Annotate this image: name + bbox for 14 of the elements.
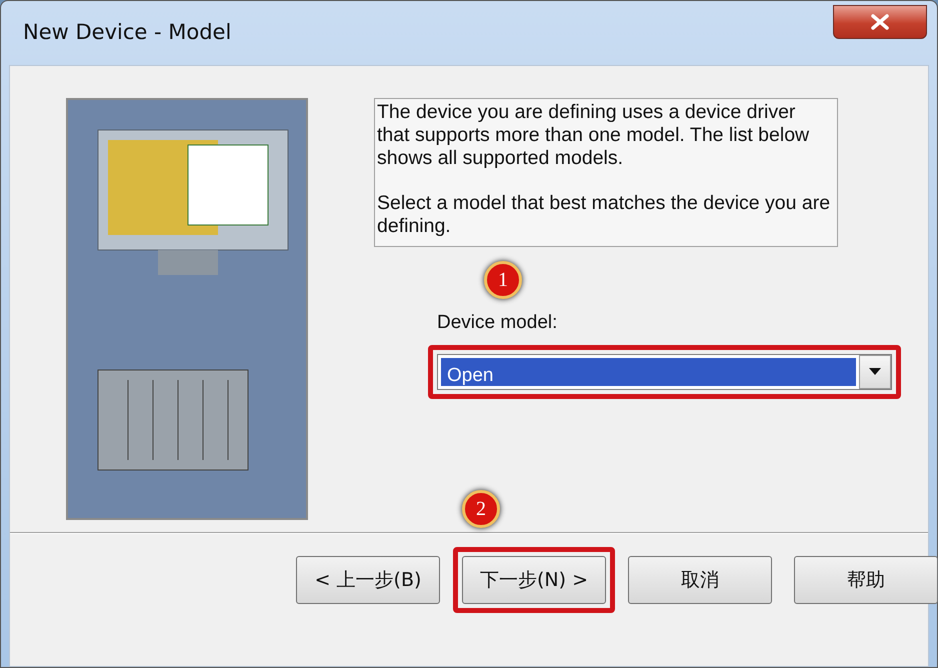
close-button[interactable] bbox=[833, 5, 927, 39]
wizard-button[interactable]: 取消 bbox=[628, 556, 772, 604]
close-icon bbox=[871, 14, 889, 30]
caret-icon bbox=[869, 368, 881, 375]
description-text: Select a model that best matches the device you are defining. bbox=[377, 192, 832, 238]
callout-marker: 2 bbox=[462, 490, 500, 528]
description-text: The device you are defining uses a device driver that supports more than one model. The list below shows all supported models. bbox=[377, 101, 810, 170]
wizard-button[interactable]: 帮助 bbox=[794, 556, 938, 604]
device-model-dropdown[interactable]: Open bbox=[437, 354, 892, 390]
wizard-button[interactable]: 下一步(N) > bbox=[462, 556, 606, 604]
window-title: New Device - Model bbox=[23, 19, 232, 46]
callout-marker: 1 bbox=[484, 261, 522, 299]
wizard-button[interactable]: < 上一步(B) bbox=[296, 556, 440, 604]
device-model-label: Device model: bbox=[437, 311, 558, 335]
